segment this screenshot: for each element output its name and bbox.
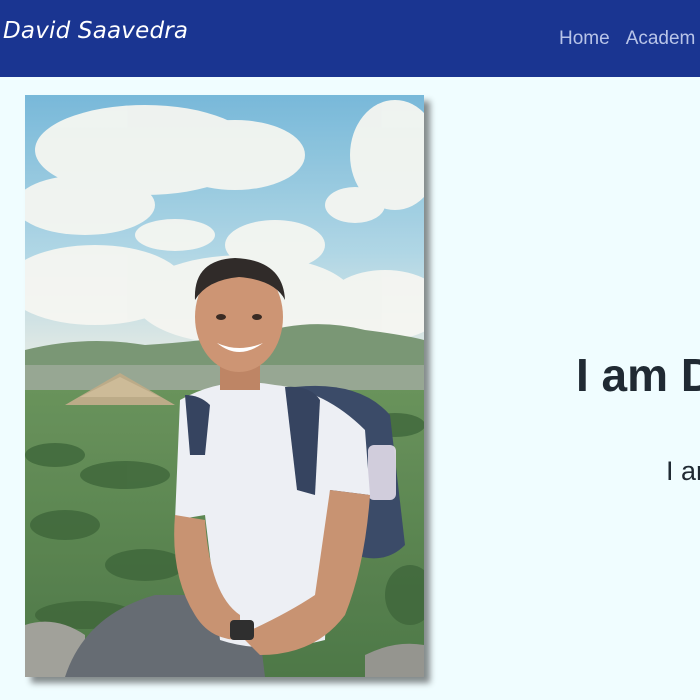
profile-photo: [25, 95, 424, 677]
nav-links: Home Academ: [559, 28, 695, 50]
profile-photo-illustration: [25, 95, 424, 677]
site-brand-logo[interactable]: David Saavedra: [3, 18, 188, 44]
hero-subtext: I ar: [666, 456, 700, 486]
nav-link-home[interactable]: Home: [559, 28, 610, 50]
top-navbar: David Saavedra Home Academ: [0, 0, 700, 77]
hero-heading: I am D: [576, 349, 700, 401]
nav-link-academic[interactable]: Academ: [626, 28, 696, 50]
